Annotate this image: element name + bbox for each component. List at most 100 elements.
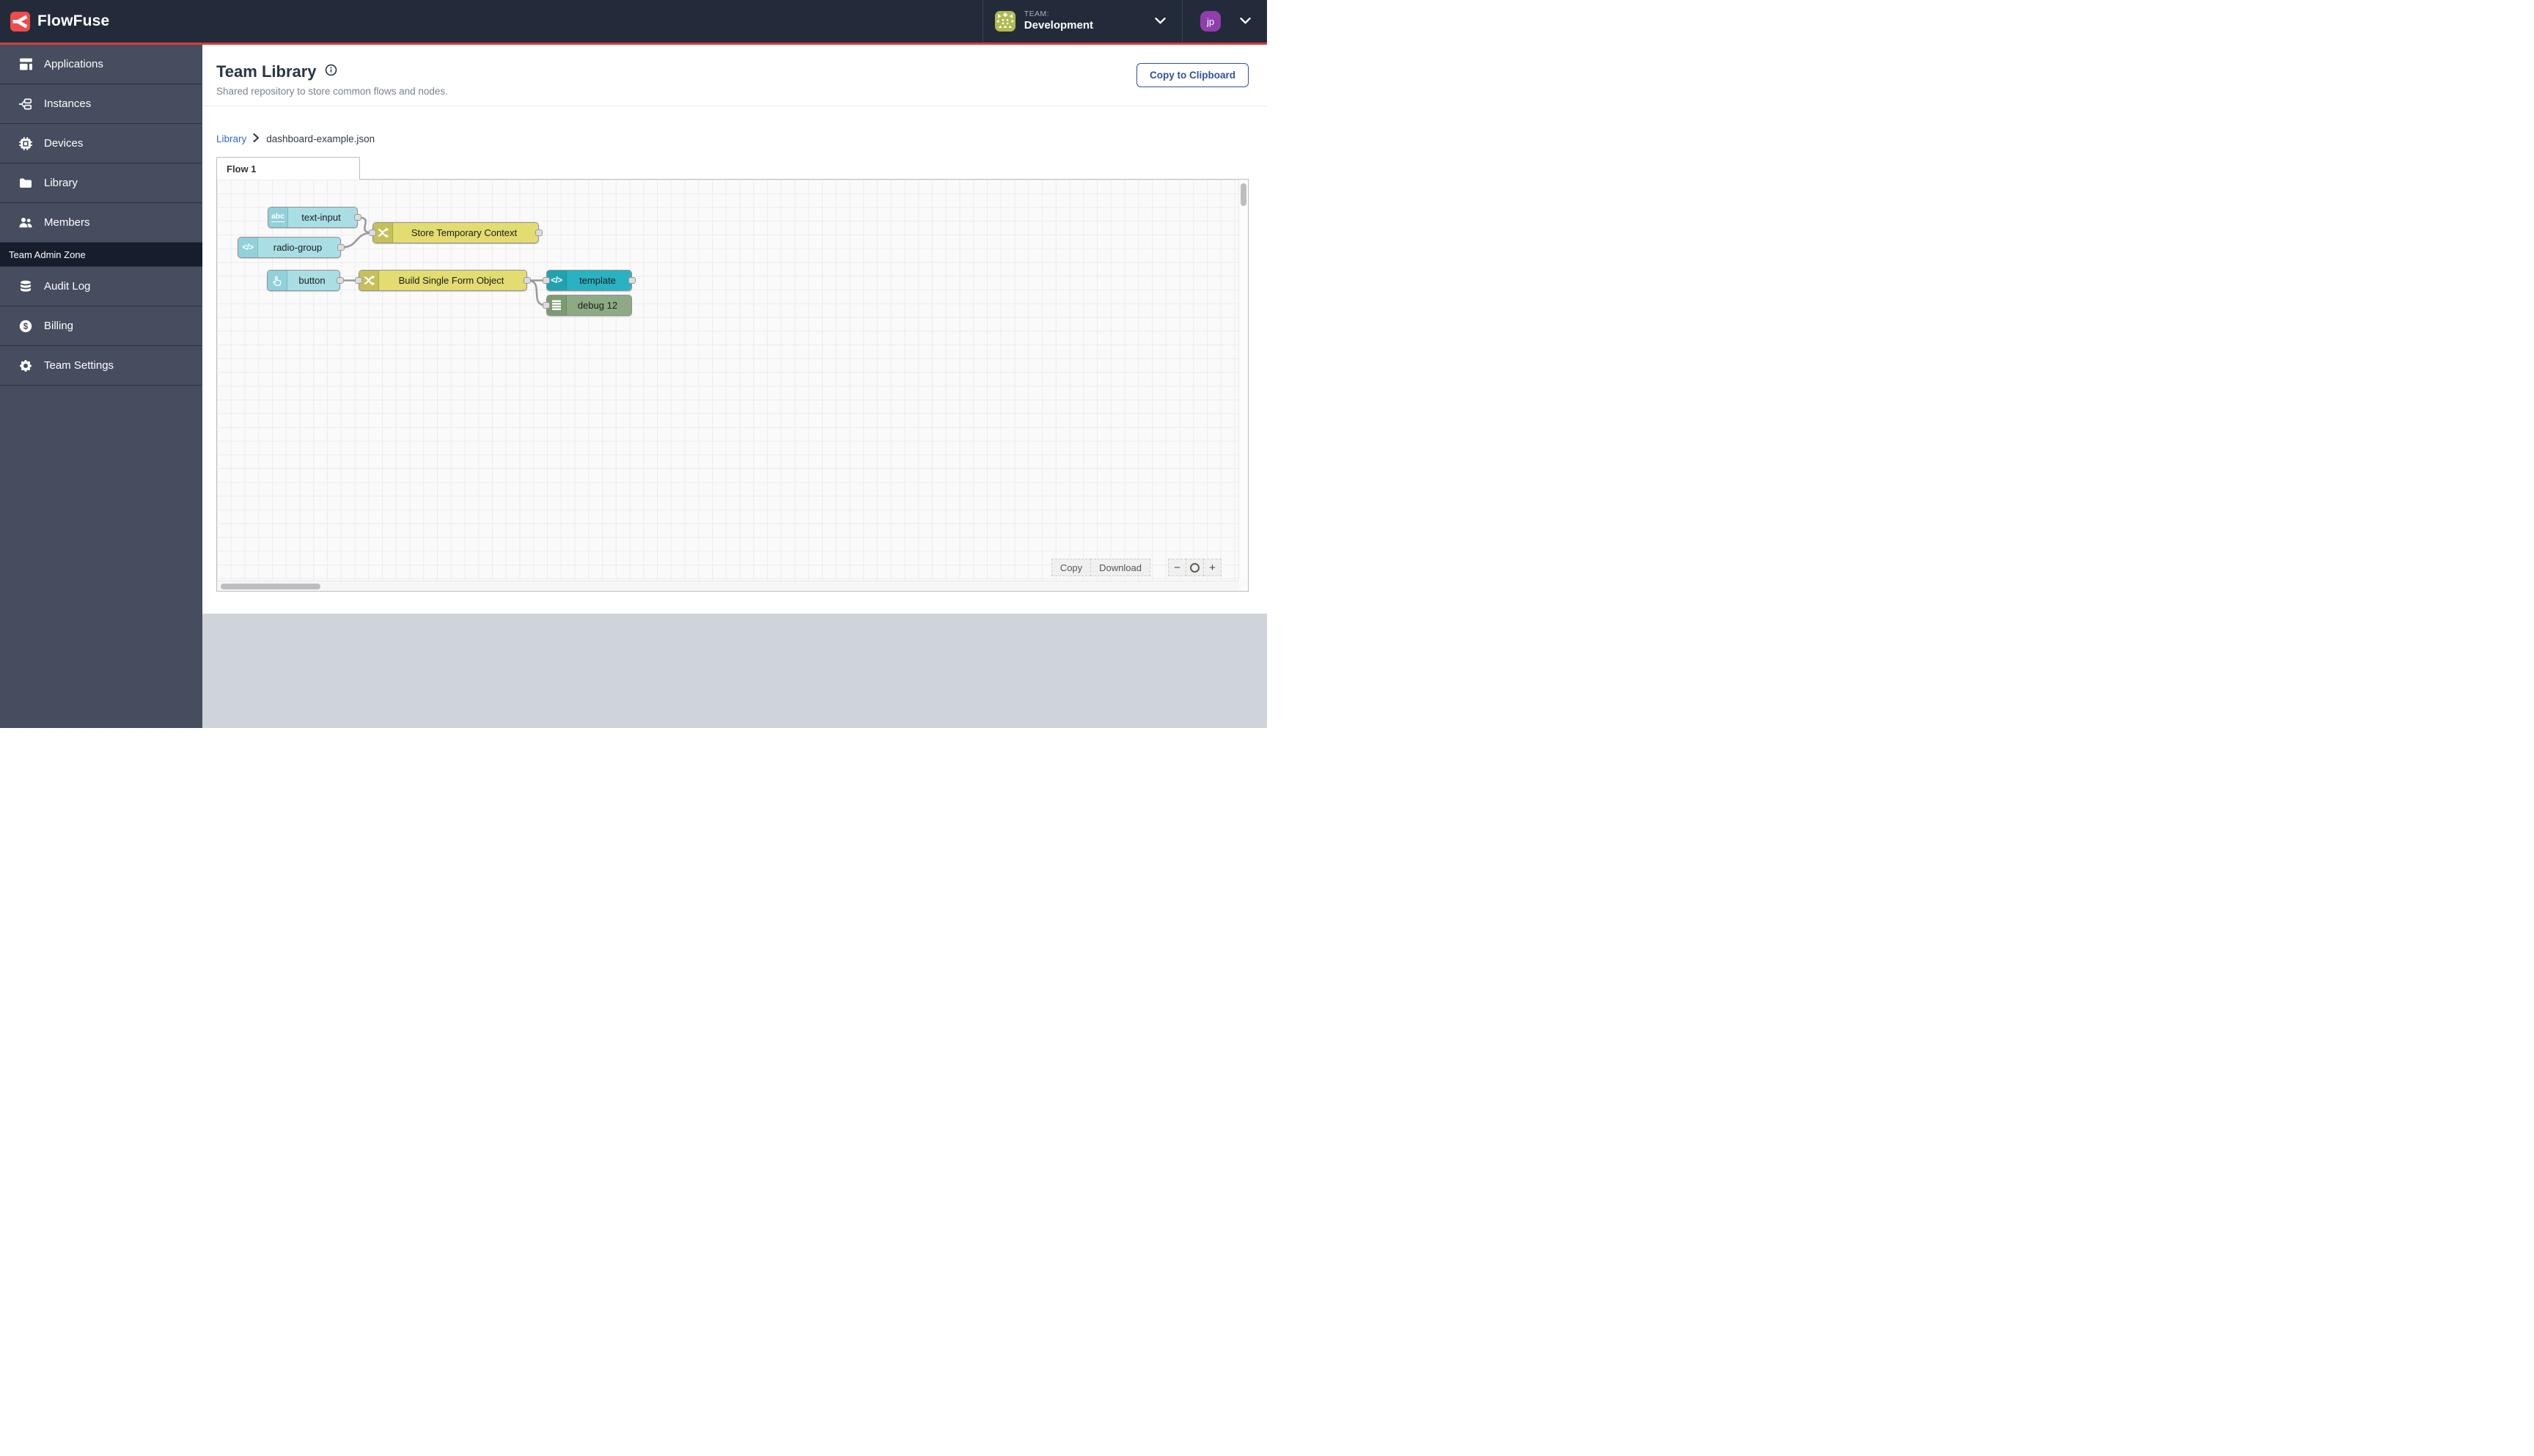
code-icon: </> [242, 243, 254, 252]
team-label: TEAM: [1024, 10, 1049, 19]
output-port-build[interactable] [524, 277, 531, 284]
library-content: Library dashboard-example.json Flow 1 Co… [202, 106, 1267, 614]
output-port-text-input[interactable] [354, 214, 361, 221]
breadcrumb-library-link[interactable]: Library [216, 133, 246, 144]
flow-node-text-input[interactable]: abc text-input [268, 207, 358, 228]
sidebar: Applications Instances Devices Library M… [0, 45, 202, 728]
user-avatar: jp [1200, 11, 1221, 32]
flow-node-store[interactable]: Store Temporary Context [372, 222, 539, 243]
node-icon-region: </> [238, 238, 258, 257]
copy-to-clipboard-button[interactable]: Copy to Clipboard [1136, 63, 1249, 87]
hand-pointer-icon [273, 276, 282, 286]
code-icon: </> [551, 276, 562, 285]
library-icon [18, 176, 33, 191]
node-icon-region [373, 223, 393, 243]
zoom-out-button[interactable]: − [1168, 559, 1186, 576]
vertical-scroll-thumb[interactable] [1241, 183, 1246, 206]
sidebar-item-label: Library [44, 177, 78, 189]
page-header: Team Library Shared repository to store … [202, 45, 1267, 106]
zoom-in-button[interactable]: + [1203, 559, 1222, 576]
page-footer-area [202, 614, 1267, 728]
canvas-controls: Copy Download − + [1051, 559, 1222, 576]
flow-canvas[interactable]: Copy Download − + abc text-input </> radio-… [216, 179, 1249, 592]
user-menu[interactable]: jp [1182, 0, 1267, 43]
svg-text:$: $ [23, 322, 29, 331]
sidebar-item-instances[interactable]: Instances [0, 84, 202, 124]
output-port-store[interactable] [535, 229, 543, 236]
node-icon-region [268, 271, 287, 290]
sidebar-item-label: Applications [44, 58, 103, 70]
sidebar-item-label: Devices [44, 137, 84, 150]
page-subtitle: Shared repository to store common flows … [216, 86, 448, 97]
flow-node-debug[interactable]: debug 12 [546, 295, 632, 316]
flow-node-label: Build Single Form Object [398, 275, 504, 286]
canvas-download-button[interactable]: Download [1090, 559, 1150, 576]
flow-node-label: button [298, 275, 326, 286]
sidebar-item-library[interactable]: Library [0, 163, 202, 203]
instances-icon [18, 97, 33, 111]
node-icon-region [359, 271, 379, 290]
sidebar-item-label: Team Settings [44, 359, 114, 372]
devices-icon [18, 136, 33, 151]
team-text: TEAM: Development [1024, 10, 1093, 33]
abc-icon: abc [271, 212, 285, 222]
output-port-button[interactable] [337, 277, 344, 284]
sidebar-item-applications[interactable]: Applications [0, 45, 202, 84]
canvas-copy-button[interactable]: Copy [1051, 559, 1092, 576]
input-port-debug[interactable] [543, 302, 550, 309]
team-name: Development [1024, 19, 1093, 32]
flow-node-label: radio-group [273, 242, 323, 253]
sidebar-item-devices[interactable]: Devices [0, 124, 202, 163]
team-settings-icon [18, 359, 33, 373]
input-port-store[interactable] [369, 229, 376, 236]
input-port-template[interactable] [543, 277, 550, 284]
breadcrumb-current-file: dashboard-example.json [266, 133, 375, 144]
applications-icon [18, 57, 33, 72]
brand[interactable]: FlowFuse [0, 0, 109, 43]
flowfuse-logo-icon [10, 11, 30, 32]
flow-wires-layer [339, 216, 548, 306]
input-port-build[interactable] [355, 277, 362, 284]
team-avatar [994, 11, 1016, 32]
sidebar-item-team-settings[interactable]: Team Settings [0, 346, 202, 386]
sidebar-item-billing[interactable]: $ Billing [0, 306, 202, 346]
flow-node-label: debug 12 [577, 300, 618, 311]
debug-list-icon [552, 300, 561, 310]
breadcrumb-chevron-icon [253, 133, 260, 144]
tab-flow-1[interactable]: Flow 1 [216, 157, 360, 180]
zoom-reset-button[interactable] [1186, 559, 1204, 576]
output-port-radio-group[interactable] [337, 244, 345, 251]
flow-node-template[interactable]: </> template [546, 270, 632, 291]
sidebar-item-label: Instances [44, 98, 92, 110]
flow-node-build[interactable]: Build Single Form Object [359, 270, 527, 291]
brand-name: FlowFuse [37, 12, 110, 29]
canvas-horizontal-scrollbar[interactable] [217, 581, 1238, 591]
sidebar-item-audit-log[interactable]: Audit Log [0, 267, 202, 306]
team-admin-zone-label: Team Admin Zone [0, 243, 202, 267]
app-root: FlowFuse TEAM: Development jp Applicatio… [0, 0, 1267, 728]
chevron-down-icon [1155, 15, 1166, 28]
page-title: Team Library [216, 62, 317, 81]
sidebar-item-members[interactable]: Members [0, 203, 202, 243]
flow-node-button[interactable]: button [267, 270, 340, 291]
node-icon-region: </> [547, 271, 567, 290]
flow-wire-radio-group-to-store[interactable] [339, 232, 374, 249]
node-icon-region [547, 295, 567, 315]
canvas-vertical-scrollbar[interactable] [1238, 180, 1248, 581]
node-icon-region: abc [268, 207, 288, 227]
flow-node-label: template [579, 275, 616, 286]
horizontal-scroll-thumb[interactable] [221, 584, 320, 589]
team-selector[interactable]: TEAM: Development [982, 0, 1182, 43]
flow-node-radio-group[interactable]: </> radio-group [238, 237, 341, 258]
flow-node-label: text-input [301, 212, 341, 223]
shuffle-icon [378, 227, 389, 238]
info-icon[interactable] [325, 64, 337, 80]
breadcrumb: Library dashboard-example.json [216, 133, 1249, 145]
navbar-right: TEAM: Development jp [982, 0, 1267, 43]
zoom-reset-icon [1190, 562, 1200, 573]
sidebar-item-label: Members [44, 216, 90, 229]
sidebar-item-label: Billing [44, 320, 74, 332]
output-port-template[interactable] [628, 277, 636, 284]
main-area: Team Library Shared repository to store … [202, 45, 1267, 728]
billing-icon: $ [18, 319, 33, 334]
